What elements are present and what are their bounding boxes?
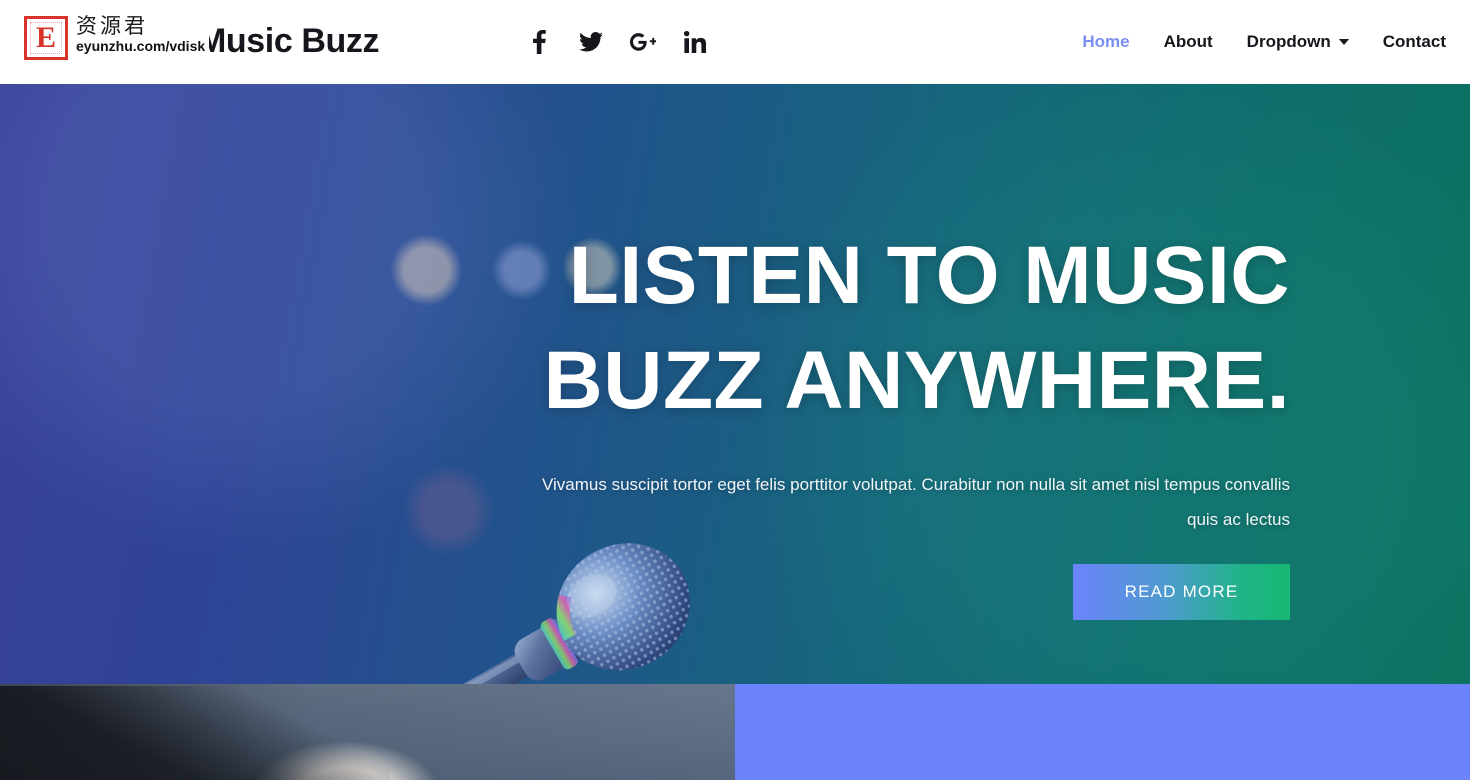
hero-title-line2: BUZZ ANYWHERE. bbox=[543, 334, 1290, 426]
split-panel-right bbox=[735, 684, 1470, 780]
main-nav: Home About Dropdown Contact bbox=[1082, 32, 1446, 52]
site-header: Music Buzz E 资源君 eyunzhu.com/vdisk Home bbox=[0, 0, 1470, 84]
split-photo-left bbox=[0, 684, 735, 780]
nav-item-contact-label: Contact bbox=[1382, 32, 1446, 51]
hero-section: LISTEN TO MUSIC BUZZ ANYWHERE. Vivamus s… bbox=[0, 84, 1470, 684]
watermark-badge-icon: E bbox=[24, 16, 68, 60]
site-brand-title[interactable]: Music Buzz bbox=[198, 22, 380, 61]
google-plus-icon[interactable] bbox=[630, 29, 656, 55]
brand-zone: Music Buzz E 资源君 eyunzhu.com/vdisk bbox=[0, 0, 430, 84]
watermark-overlay: E 资源君 eyunzhu.com/vdisk bbox=[24, 14, 209, 70]
linkedin-icon[interactable] bbox=[682, 29, 708, 55]
facebook-icon[interactable] bbox=[526, 29, 552, 55]
read-more-button[interactable]: READ MORE bbox=[1073, 563, 1290, 620]
watermark-chinese-text: 资源君 bbox=[76, 14, 148, 38]
watermark-url: eyunzhu.com/vdisk bbox=[76, 38, 206, 55]
watermark-badge-letter: E bbox=[35, 21, 56, 54]
twitter-icon[interactable] bbox=[578, 29, 604, 55]
nav-item-home-label: Home bbox=[1082, 32, 1130, 51]
nav-item-about-label: About bbox=[1163, 32, 1213, 51]
hero-content: LISTEN TO MUSIC BUZZ ANYWHERE. Vivamus s… bbox=[0, 84, 1290, 684]
hero-subtitle: Vivamus suscipit tortor eget felis portt… bbox=[541, 474, 1290, 529]
nav-item-about[interactable]: About bbox=[1164, 32, 1213, 52]
nav-item-dropdown-label: Dropdown bbox=[1246, 32, 1331, 51]
nav-item-dropdown[interactable]: Dropdown bbox=[1247, 32, 1349, 52]
social-links bbox=[526, 29, 708, 55]
nav-item-home[interactable]: Home bbox=[1082, 32, 1129, 52]
hero-title: LISTEN TO MUSIC BUZZ ANYWHERE. bbox=[544, 224, 1290, 434]
hero-title-line1: LISTEN TO MUSIC bbox=[568, 230, 1290, 321]
chevron-down-icon bbox=[1338, 39, 1349, 45]
below-hero-split bbox=[0, 684, 1470, 780]
watermark-text: 资源君 eyunzhu.com/vdisk bbox=[76, 14, 205, 55]
nav-item-contact[interactable]: Contact bbox=[1383, 32, 1446, 52]
